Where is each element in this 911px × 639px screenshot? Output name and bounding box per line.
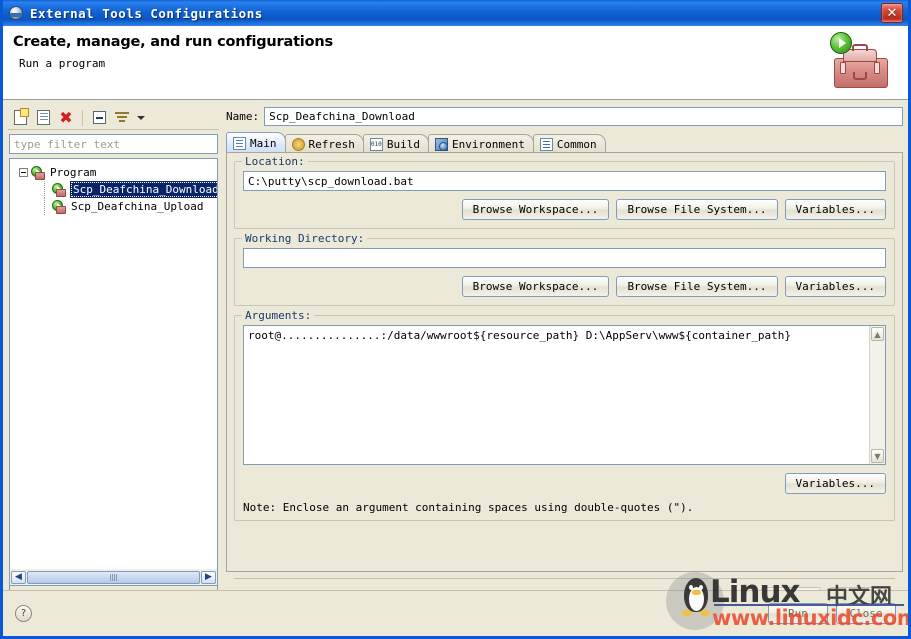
name-label: Name:: [226, 109, 260, 123]
tab-refresh[interactable]: Refresh: [284, 134, 364, 153]
program-config-icon: [52, 182, 67, 197]
arguments-note: Note: Enclose an argument containing spa…: [243, 501, 694, 514]
delete-launch-configuration-button[interactable]: ✖: [56, 108, 76, 128]
working-directory-label: Working Directory:: [242, 232, 368, 245]
expander-icon[interactable]: [19, 168, 28, 177]
tab-common[interactable]: Common: [532, 134, 606, 153]
refresh-tab-icon: [291, 137, 305, 151]
window-title: External Tools Configurations: [30, 5, 263, 21]
scrollbar-track[interactable]: [27, 570, 200, 584]
red-x-delete-icon: ✖: [59, 107, 73, 127]
new-launch-configuration-button[interactable]: [10, 108, 30, 128]
run-badge-icon: [830, 32, 852, 54]
footer-buttons: Run Close: [768, 603, 896, 624]
arguments-label: Arguments:: [242, 309, 315, 322]
filter-icon: [114, 111, 130, 125]
tab-build[interactable]: 010 Build: [362, 134, 429, 153]
wd-variables-button[interactable]: Variables...: [784, 276, 886, 297]
build-tab-icon: 010: [369, 137, 383, 151]
location-group: Location: C:\putty\scp_download.bat Brow…: [234, 155, 895, 229]
location-input[interactable]: C:\putty\scp_download.bat: [243, 171, 886, 191]
tab-main[interactable]: Main: [226, 132, 286, 153]
tree-row-scp-download[interactable]: Scp_Deafchina_Download: [10, 181, 217, 198]
filter-dropdown-button[interactable]: [135, 108, 147, 128]
dialog-header: Create, manage, and run configurations R…: [3, 26, 908, 100]
location-buttons: Browse Workspace... Browse File System..…: [243, 199, 886, 220]
duplicate-launch-configuration-button[interactable]: [33, 108, 53, 128]
tab-bar: Main Refresh 010 Build Environment Commo…: [226, 132, 903, 153]
configuration-editor-pane: Name: Scp_Deafchina_Download Main Refres…: [226, 106, 903, 608]
scroll-left-button[interactable]: ◀: [11, 570, 26, 584]
close-button[interactable]: Close: [836, 603, 896, 624]
working-directory-buttons: Browse Workspace... Browse File System..…: [243, 276, 886, 297]
tab-label: Main: [250, 136, 277, 150]
tree-item-label: Scp_Deafchina_Upload: [71, 200, 204, 213]
filter-configurations-button[interactable]: [112, 108, 132, 128]
tab-label: Refresh: [308, 137, 355, 151]
tab-label: Environment: [451, 137, 525, 151]
collapse-all-button[interactable]: [89, 108, 109, 128]
tab-environment[interactable]: Environment: [427, 134, 534, 153]
tree-item-label: Program: [50, 166, 97, 179]
arguments-buttons: Variables...: [243, 473, 886, 494]
scrollbar-thumb[interactable]: [27, 570, 200, 584]
dialog-body: ✖ type filter text Program Scp_Deafchina…: [3, 100, 908, 608]
program-config-icon: [31, 165, 46, 180]
common-tab-icon: [539, 137, 553, 151]
scroll-up-button[interactable]: ▲: [871, 327, 884, 341]
new-document-icon: [13, 108, 29, 125]
title-bar: External Tools Configurations ✕: [3, 0, 908, 26]
location-browse-file-system-button[interactable]: Browse File System...: [616, 199, 778, 220]
window-icon: [9, 6, 23, 20]
tree-toolbar: ✖: [8, 106, 219, 130]
wd-browse-workspace-button[interactable]: Browse Workspace...: [461, 276, 610, 297]
tab-label: Build: [386, 137, 420, 151]
arguments-variables-button[interactable]: Variables...: [784, 473, 886, 494]
program-config-icon: [52, 199, 67, 214]
main-tab-icon: [233, 136, 246, 150]
close-window-button[interactable]: ✕: [881, 3, 903, 23]
dialog-footer: ? Run Close: [3, 590, 908, 636]
main-tab-panel: Location: C:\putty\scp_download.bat Brow…: [226, 152, 903, 572]
scroll-down-button[interactable]: ▼: [871, 449, 884, 463]
working-directory-group: Working Directory: Browse Workspace... B…: [234, 232, 895, 306]
arguments-textarea[interactable]: root@...............:/data/wwwroot${reso…: [243, 325, 886, 465]
toolbox-with-run-badge-icon: [830, 32, 892, 94]
name-row: Name: Scp_Deafchina_Download: [226, 106, 903, 126]
environment-tab-icon: [434, 137, 448, 151]
scroll-right-button[interactable]: ▶: [201, 570, 216, 584]
copy-icon: [36, 110, 50, 125]
configurations-tree[interactable]: Program Scp_Deafchina_Download Scp_Deafc…: [9, 158, 218, 569]
toolbar-divider: [82, 109, 83, 126]
tree-horizontal-scrollbar[interactable]: ◀ ▶: [9, 569, 218, 586]
working-directory-input[interactable]: [243, 248, 886, 268]
name-input[interactable]: Scp_Deafchina_Download: [264, 106, 903, 126]
tree-item-label-selected: Scp_Deafchina_Download: [70, 181, 217, 198]
chevron-down-icon: [137, 115, 145, 120]
tab-label: Common: [556, 137, 597, 151]
page-subtitle: Run a program: [19, 57, 106, 70]
page-title: Create, manage, and run configurations: [13, 34, 333, 50]
configurations-pane: ✖ type filter text Program Scp_Deafchina…: [8, 106, 219, 608]
external-tools-configurations-dialog: External Tools Configurations ✕ Create, …: [0, 0, 911, 639]
location-variables-button[interactable]: Variables...: [784, 199, 886, 220]
tree-row-program[interactable]: Program: [10, 164, 217, 181]
help-icon[interactable]: ?: [15, 605, 32, 622]
tree-row-scp-upload[interactable]: Scp_Deafchina_Upload: [10, 198, 217, 215]
collapse-all-icon: [92, 111, 106, 124]
location-label: Location:: [242, 155, 308, 168]
wd-browse-file-system-button[interactable]: Browse File System...: [616, 276, 778, 297]
filter-input[interactable]: type filter text: [9, 134, 218, 154]
run-button[interactable]: Run: [768, 603, 828, 624]
arguments-group: Arguments: root@...............:/data/ww…: [234, 309, 895, 521]
location-browse-workspace-button[interactable]: Browse Workspace...: [461, 199, 610, 220]
arguments-value[interactable]: root@...............:/data/wwwroot${reso…: [244, 326, 869, 464]
arguments-vertical-scrollbar[interactable]: ▲ ▼: [869, 326, 885, 464]
